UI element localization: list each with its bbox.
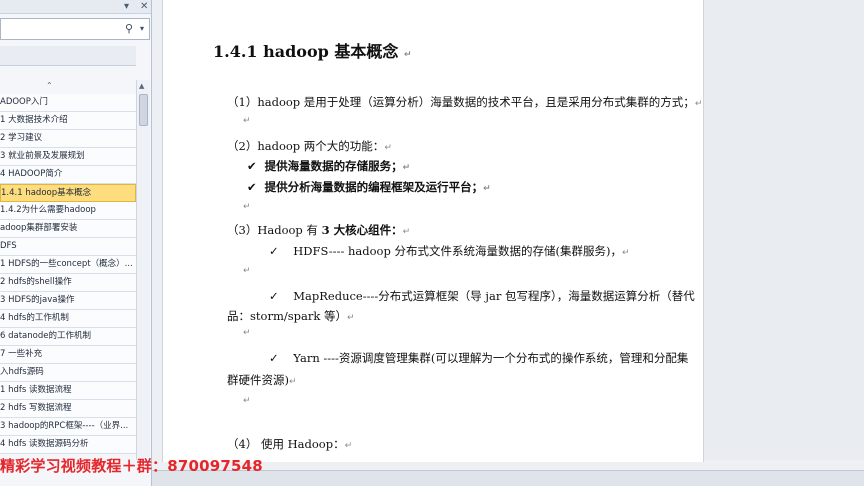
- navigation-pane: ▾ ✕ ⚲ ▾ ⌃ ADOOP入门 1 大数据技术介绍 2 学习建议 3 就业前景及发…: [0, 0, 152, 486]
- function-item-compute: ✔ 提供分析海量数据的编程框架及运行平台；↵: [247, 180, 491, 194]
- nav-heading-item[interactable]: 2 hdfs 写数据流程: [0, 400, 136, 418]
- navigation-pane-header: ▾ ✕: [0, 0, 151, 14]
- component-yarn-line2: 群硬件资源)↵: [227, 373, 297, 387]
- heading-list: ADOOP入门 1 大数据技术介绍 2 学习建议 3 就业前景及发展规划 4 HADOO…: [0, 94, 136, 454]
- scroll-up-arrow-icon[interactable]: ▲: [139, 82, 144, 90]
- watermark-banner: 精彩学习视频教程＋群：870097548: [0, 457, 263, 475]
- search-options-arrow-icon[interactable]: ▾: [140, 24, 144, 33]
- empty-paragraph-mark: ↵: [243, 396, 251, 406]
- nav-heading-item[interactable]: DFS: [0, 238, 136, 256]
- nav-heading-item[interactable]: adoop集群部署安装: [0, 220, 136, 238]
- navigation-scrollbar[interactable]: ▲: [136, 80, 150, 460]
- search-icon[interactable]: ⚲: [125, 22, 133, 35]
- nav-heading-item[interactable]: 1 大数据技术介绍: [0, 112, 136, 130]
- empty-paragraph-mark: ↵: [243, 266, 251, 276]
- function-item-storage: ✔ 提供海量数据的存储服务；↵: [247, 159, 411, 173]
- nav-heading-item[interactable]: ADOOP入门: [0, 94, 136, 112]
- nav-heading-item[interactable]: 7 一些补充: [0, 346, 136, 364]
- component-yarn-line1: ✓ Yarn ----资源调度管理集群(可以理解为一个分布式的操作系统，管理和分…: [269, 351, 689, 365]
- nav-heading-item[interactable]: 6 datanode的工作机制: [0, 328, 136, 346]
- document-gutter: [704, 0, 864, 460]
- paragraph-1: （1）hadoop 是用于处理（运算分析）海量数据的技术平台，且是采用分布式集群…: [227, 95, 703, 109]
- nav-heading-item[interactable]: 3 HDFS的java操作: [0, 292, 136, 310]
- nav-heading-item[interactable]: 3 hadoop的RPC框架----（业界...: [0, 418, 136, 436]
- scrollbar-thumb[interactable]: [139, 94, 148, 126]
- nav-heading-item[interactable]: 1 hdfs 读数据流程: [0, 382, 136, 400]
- document-page[interactable]: 1.4.1 hadoop 基本概念 ↵ （1）hadoop 是用于处理（运算分析…: [162, 0, 704, 462]
- empty-paragraph-mark: ↵: [243, 202, 251, 212]
- dropdown-arrow-icon[interactable]: ▾: [124, 0, 129, 13]
- word-window: ▾ ✕ ⚲ ▾ ⌃ ADOOP入门 1 大数据技术介绍 2 学习建议 3 就业前景及发…: [0, 0, 864, 486]
- nav-heading-item[interactable]: 1.4.1 hadoop基本概念: [0, 184, 136, 202]
- empty-paragraph-mark: ↵: [243, 328, 251, 338]
- search-input[interactable]: [1, 19, 121, 39]
- nav-heading-item[interactable]: 2 hdfs的shell操作: [0, 274, 136, 292]
- empty-paragraph-mark: ↵: [243, 116, 251, 126]
- nav-heading-item[interactable]: 2 学习建议: [0, 130, 136, 148]
- nav-heading-item[interactable]: 入hdfs源码: [0, 364, 136, 382]
- component-mapreduce-line2: 品：storm/spark 等）↵: [227, 309, 355, 323]
- component-mapreduce-line1: ✓ MapReduce----分布式运算框架（导 jar 包写程序），海量数据运…: [269, 289, 695, 303]
- nav-heading-item[interactable]: 1 HDFS的一些concept（概念）...: [0, 256, 136, 274]
- section-heading: 1.4.1 hadoop 基本概念 ↵: [213, 42, 412, 61]
- nav-heading-item[interactable]: 4 HADOOP简介: [0, 166, 136, 184]
- paragraph-2-title: （2）hadoop 两个大的功能：↵: [227, 139, 392, 153]
- close-icon[interactable]: ✕: [140, 0, 148, 13]
- nav-heading-item[interactable]: 3 就业前景及发展规划: [0, 148, 136, 166]
- nav-heading-item[interactable]: 1.4.2为什么需要hadoop: [0, 202, 136, 220]
- nav-heading-item[interactable]: 4 hdfs的工作机制: [0, 310, 136, 328]
- component-hdfs: ✓ HDFS---- hadoop 分布式文件系统海量数据的存储(集群服务)，↵: [269, 244, 630, 258]
- nav-heading-item[interactable]: 4 hdfs 读数据源码分析: [0, 436, 136, 454]
- search-box: ⚲ ▾: [0, 18, 150, 40]
- paragraph-3-title: （3）Hadoop 有 3 大核心组件：↵: [227, 223, 411, 237]
- collapse-icon[interactable]: ⌃: [46, 82, 53, 90]
- navigation-tabs: [0, 46, 136, 66]
- paragraph-4-title: （4） 使用 Hadoop：↵: [227, 437, 353, 451]
